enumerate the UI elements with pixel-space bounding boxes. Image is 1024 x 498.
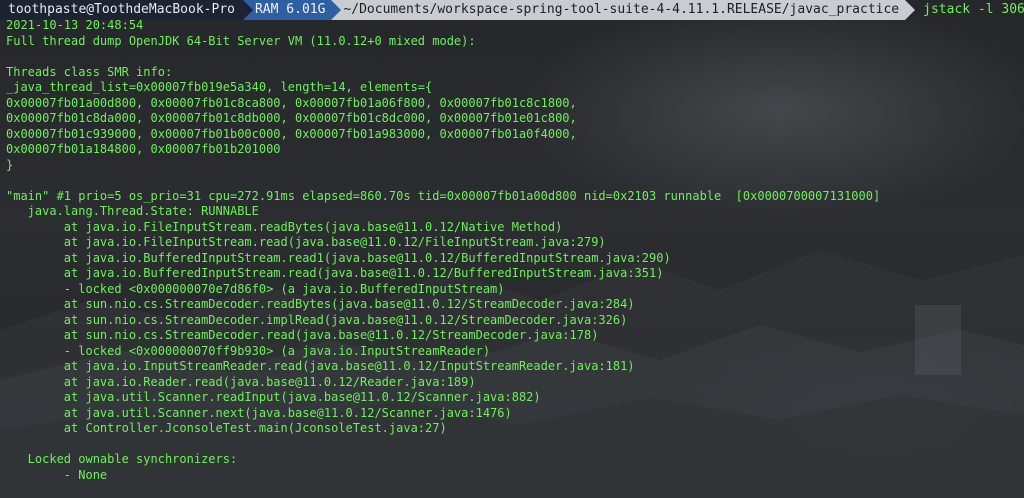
- output-line: at java.util.Scanner.next(java.base@11.0…: [6, 405, 512, 420]
- output-line: at java.io.BufferedInputStream.read1(jav…: [6, 250, 671, 265]
- output-line: - locked <0x000000070ff9b930> (a java.io…: [6, 343, 491, 358]
- command-output: 2021-10-13 20:48:54 Full thread dump Open…: [6, 18, 880, 483]
- output-line: 0x00007fb01a00d800, 0x00007fb01c8ca800, …: [6, 95, 577, 110]
- output-line: - None: [6, 467, 108, 482]
- output-line: at Controller.JconsoleTest.main(Jconsole…: [6, 421, 447, 435]
- output-line: at sun.nio.cs.StreamDecoder.implRead(jav…: [6, 312, 628, 327]
- user-host-text: toothpaste@ToothdeMacBook-Pro: [8, 2, 235, 17]
- prompt-user-host: toothpaste@ToothdeMacBook-Pro: [0, 0, 253, 20]
- output-line: 0x00007fb01a184800, 0x00007fb01b201000: [6, 142, 281, 156]
- output-line: Threads class SMR info:: [6, 64, 173, 79]
- output-line: _java_thread_list=0x00007fb019e5a340, le…: [6, 80, 433, 94]
- output-line: at java.io.InputStreamReader.read(java.b…: [6, 359, 635, 373]
- output-line: at sun.nio.cs.StreamDecoder.read(java.ba…: [6, 328, 599, 342]
- output-line: at java.io.BufferedInputStream.read(java…: [6, 266, 664, 280]
- prompt-working-directory: ~/Documents/workspace-spring-tool-suite-…: [331, 0, 916, 20]
- output-line: "main" #1 prio=5 os_prio=31 cpu=272.91ms…: [6, 188, 881, 203]
- powerline-separator-icon: [905, 0, 916, 20]
- typed-command: jstack -l 30641: [923, 2, 1024, 17]
- output-line: - locked <0x000000070e7d86f0> (a java.io…: [6, 281, 505, 296]
- terminal-window[interactable]: toothpaste@ToothdeMacBook-Pro RAM 6.01G …: [0, 0, 1024, 498]
- output-line: at sun.nio.cs.StreamDecoder.readBytes(ja…: [6, 297, 635, 311]
- output-line: }: [6, 157, 14, 172]
- output-line: 0x00007fb01c8da000, 0x00007fb01c8db000, …: [6, 111, 577, 125]
- powerline-separator-icon: [331, 0, 342, 20]
- powerline-separator-icon: [242, 0, 253, 20]
- output-line: at java.io.FileInputStream.readBytes(jav…: [6, 219, 563, 234]
- output-line: Full thread dump OpenJDK 64-Bit Server V…: [6, 33, 476, 48]
- cwd-text: ~/Documents/workspace-spring-tool-suite-…: [343, 2, 900, 17]
- output-line: at java.io.FileInputStream.read(java.bas…: [6, 235, 606, 249]
- output-line: 0x00007fb01c939000, 0x00007fb01b00c000, …: [6, 126, 577, 141]
- output-line: at java.io.Reader.read(java.base@11.0.12…: [6, 374, 476, 389]
- output-line: Locked ownable synchronizers:: [6, 452, 238, 466]
- output-line: at java.util.Scanner.readInput(java.base…: [6, 390, 541, 404]
- shell-prompt-bar: toothpaste@ToothdeMacBook-Pro RAM 6.01G …: [0, 0, 1024, 20]
- output-line: java.lang.Thread.State: RUNNABLE: [6, 204, 259, 218]
- prompt-ram-indicator: RAM 6.01G: [242, 0, 342, 20]
- ram-text: RAM 6.01G: [254, 2, 326, 17]
- output-line: 2021-10-13 20:48:54: [6, 18, 144, 32]
